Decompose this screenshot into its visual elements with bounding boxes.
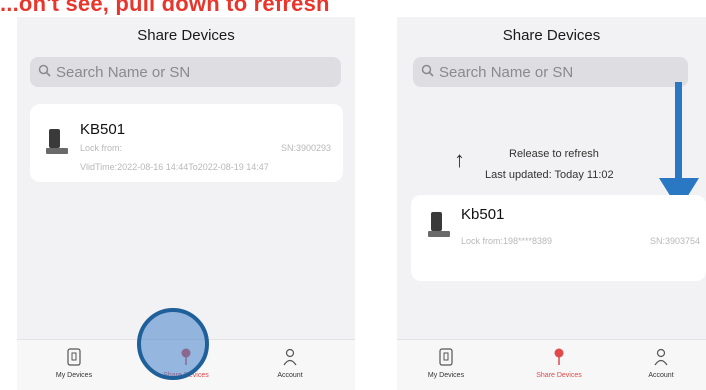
tab-label: My Devices xyxy=(427,372,465,379)
tab-share-devices[interactable]: Share Devices xyxy=(514,340,604,390)
instruction-caption: ...on't see, pull down to refresh xyxy=(0,0,330,15)
tab-bar: My Devices Share Devices Account xyxy=(397,339,706,390)
page-title: Share Devices xyxy=(137,27,235,44)
page-title: Share Devices xyxy=(502,27,601,44)
up-arrow-icon: ↑ xyxy=(454,147,465,172)
search-input[interactable]: Search Name or SN xyxy=(413,57,688,87)
my-devices-icon xyxy=(29,348,119,366)
lock-from-text: Lock from:198****8389 xyxy=(461,236,553,246)
device-card[interactable]: KB501 Lock from: SN:3900293 VlidTime:202… xyxy=(30,104,343,182)
account-icon xyxy=(616,348,706,366)
tab-label: Share Devices xyxy=(536,372,582,379)
search-placeholder: Search Name or SN xyxy=(56,63,191,81)
last-updated: Last updated: Today 11:02 xyxy=(485,169,614,181)
tab-label: Account xyxy=(648,372,674,379)
refresh-status: Release to refresh xyxy=(509,148,599,160)
account-icon xyxy=(245,348,335,366)
device-name: Kb501 xyxy=(461,206,505,223)
device-card[interactable]: Kb501 Lock from:198****8389 SN:3903754 xyxy=(411,195,706,281)
search-input[interactable]: Search Name or SN xyxy=(30,57,341,87)
pull-down-arrow-annotation xyxy=(659,82,699,210)
tab-label: My Devices xyxy=(55,372,93,379)
device-name: KB501 xyxy=(80,121,126,138)
search-placeholder: Search Name or SN xyxy=(439,63,574,81)
serial-number: SN:3900293 xyxy=(280,143,331,153)
tab-label: Account xyxy=(277,372,303,379)
highlight-circle-annotation xyxy=(137,308,209,380)
door-lock-icon xyxy=(428,212,450,242)
valid-time: VlidTime:2022-08-16 14:44To2022-08-19 14… xyxy=(80,162,269,172)
tab-account[interactable]: Account xyxy=(616,340,706,390)
share-devices-icon xyxy=(514,348,604,366)
search-icon xyxy=(421,64,434,81)
tab-my-devices[interactable]: My Devices xyxy=(401,340,491,390)
tab-my-devices[interactable]: My Devices xyxy=(29,340,119,390)
search-icon xyxy=(38,64,51,81)
tab-account[interactable]: Account xyxy=(245,340,335,390)
door-lock-icon xyxy=(46,129,68,159)
serial-number: SN:3903754 xyxy=(649,236,700,246)
lock-from-text: Lock from: xyxy=(80,143,123,153)
my-devices-icon xyxy=(401,348,491,366)
share-devices-screen-after: Share Devices Search Name or SN ↑ Releas… xyxy=(397,17,706,390)
